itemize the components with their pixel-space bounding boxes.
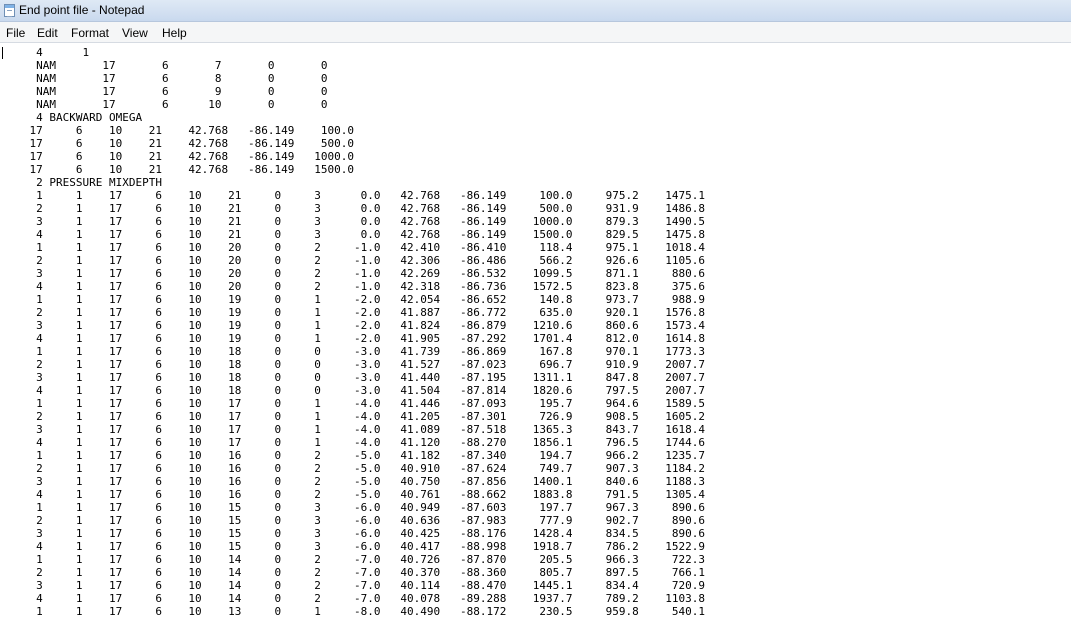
- document-content: 4 1 NAM 17 6 7 0 0 NAM 17 6 8 0 0 NAM 17…: [3, 46, 705, 618]
- text-line: 1 1 17 6 10 14 0 2 -7.0 40.726 -87.870 2…: [3, 553, 705, 566]
- window-title: End point file - Notepad: [19, 3, 145, 17]
- text-line: 3 1 17 6 10 19 0 1 -2.0 41.824 -86.879 1…: [3, 319, 705, 332]
- text-line: 4 1 17 6 10 17 0 1 -4.0 41.120 -88.270 1…: [3, 436, 705, 449]
- text-line: 1 1 17 6 10 19 0 1 -2.0 42.054 -86.652 1…: [3, 293, 705, 306]
- text-line: 4 BACKWARD OMEGA: [3, 111, 143, 124]
- text-line: 1 1 17 6 10 13 0 1 -8.0 40.490 -88.172 2…: [3, 605, 705, 618]
- text-line: NAM 17 6 7 0 0: [3, 59, 328, 72]
- text-line: 4 1: [3, 46, 90, 59]
- text-line: 2 1 17 6 10 17 0 1 -4.0 41.205 -87.301 7…: [3, 410, 705, 423]
- text-line: 3 1 17 6 10 20 0 2 -1.0 42.269 -86.532 1…: [3, 267, 705, 280]
- text-line: 3 1 17 6 10 21 0 3 0.0 42.768 -86.149 10…: [3, 215, 705, 228]
- text-line: NAM 17 6 9 0 0: [3, 85, 328, 98]
- text-editor[interactable]: 4 1 NAM 17 6 7 0 0 NAM 17 6 8 0 0 NAM 17…: [0, 44, 1071, 623]
- text-line: 2 1 17 6 10 16 0 2 -5.0 40.910 -87.624 7…: [3, 462, 705, 475]
- text-line: 17 6 10 21 42.768 -86.149 1500.0: [3, 163, 354, 176]
- text-line: 1 1 17 6 10 15 0 3 -6.0 40.949 -87.603 1…: [3, 501, 705, 514]
- text-line: 2 1 17 6 10 21 0 3 0.0 42.768 -86.149 50…: [3, 202, 705, 215]
- text-line: 1 1 17 6 10 18 0 0 -3.0 41.739 -86.869 1…: [3, 345, 705, 358]
- text-line: 3 1 17 6 10 18 0 0 -3.0 41.440 -87.195 1…: [3, 371, 705, 384]
- text-line: 3 1 17 6 10 17 0 1 -4.0 41.089 -87.518 1…: [3, 423, 705, 436]
- text-line: 4 1 17 6 10 14 0 2 -7.0 40.078 -89.288 1…: [3, 592, 705, 605]
- text-line: 4 1 17 6 10 16 0 2 -5.0 40.761 -88.662 1…: [3, 488, 705, 501]
- text-line: 2 1 17 6 10 15 0 3 -6.0 40.636 -87.983 7…: [3, 514, 705, 527]
- text-line: 4 1 17 6 10 21 0 3 0.0 42.768 -86.149 15…: [3, 228, 705, 241]
- title-bar: End point file - Notepad: [0, 0, 1071, 22]
- text-line: 2 1 17 6 10 14 0 2 -7.0 40.370 -88.360 8…: [3, 566, 705, 579]
- menu-view[interactable]: View: [122, 26, 148, 40]
- text-line: 4 1 17 6 10 20 0 2 -1.0 42.318 -86.736 1…: [3, 280, 705, 293]
- text-line: 2 PRESSURE MIXDEPTH: [3, 176, 162, 189]
- text-line: 2 1 17 6 10 19 0 1 -2.0 41.887 -86.772 6…: [3, 306, 705, 319]
- text-line: NAM 17 6 8 0 0: [3, 72, 328, 85]
- text-line: 4 1 17 6 10 19 0 1 -2.0 41.905 -87.292 1…: [3, 332, 705, 345]
- menu-file[interactable]: File: [6, 26, 25, 40]
- text-line: 3 1 17 6 10 15 0 3 -6.0 40.425 -88.176 1…: [3, 527, 705, 540]
- text-line: 2 1 17 6 10 20 0 2 -1.0 42.306 -86.486 5…: [3, 254, 705, 267]
- text-line: 1 1 17 6 10 16 0 2 -5.0 41.182 -87.340 1…: [3, 449, 705, 462]
- menu-format[interactable]: Format: [71, 26, 109, 40]
- text-line: 1 1 17 6 10 17 0 1 -4.0 41.446 -87.093 1…: [3, 397, 705, 410]
- text-line: 3 1 17 6 10 14 0 2 -7.0 40.114 -88.470 1…: [3, 579, 705, 592]
- text-line: 17 6 10 21 42.768 -86.149 500.0: [3, 137, 354, 150]
- text-line: NAM 17 6 10 0 0: [3, 98, 328, 111]
- menu-bar: File Edit Format View Help: [0, 22, 1071, 43]
- text-line: 4 1 17 6 10 15 0 3 -6.0 40.417 -88.998 1…: [3, 540, 705, 553]
- text-line: 4 1 17 6 10 18 0 0 -3.0 41.504 -87.814 1…: [3, 384, 705, 397]
- menu-edit[interactable]: Edit: [37, 26, 58, 40]
- text-line: 1 1 17 6 10 20 0 2 -1.0 42.410 -86.410 1…: [3, 241, 705, 254]
- text-line: 2 1 17 6 10 18 0 0 -3.0 41.527 -87.023 6…: [3, 358, 705, 371]
- text-line: 1 1 17 6 10 21 0 3 0.0 42.768 -86.149 10…: [3, 189, 705, 202]
- notepad-icon: [4, 4, 15, 17]
- text-line: 17 6 10 21 42.768 -86.149 1000.0: [3, 150, 354, 163]
- text-line: 17 6 10 21 42.768 -86.149 100.0: [3, 124, 354, 137]
- text-line: 3 1 17 6 10 16 0 2 -5.0 40.750 -87.856 1…: [3, 475, 705, 488]
- menu-help[interactable]: Help: [162, 26, 187, 40]
